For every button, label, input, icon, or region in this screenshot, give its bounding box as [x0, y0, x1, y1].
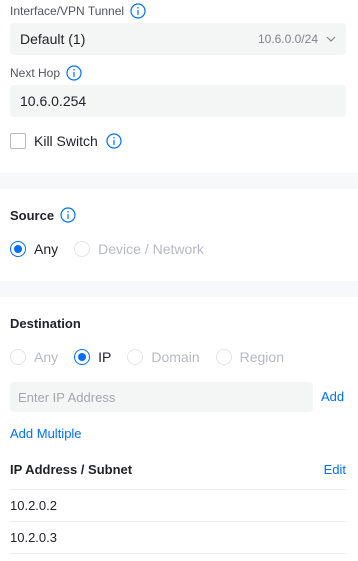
table-row: 10.2.0.2: [10, 489, 346, 521]
kill-switch-checkbox[interactable]: [10, 133, 26, 149]
destination-option-label: Region: [239, 349, 284, 365]
section-divider: [0, 281, 358, 297]
kill-switch-label: Kill Switch: [34, 133, 98, 149]
destination-option-domain[interactable]: Domain: [127, 349, 200, 365]
radio-button[interactable]: [215, 349, 232, 365]
info-icon[interactable]: [60, 207, 76, 223]
info-icon[interactable]: [66, 65, 82, 81]
interface-label: Interface/VPN Tunnel: [10, 4, 125, 18]
destination-title: Destination: [10, 316, 81, 331]
radio-button[interactable]: [127, 349, 144, 365]
destination-option-region[interactable]: Region: [215, 349, 284, 365]
radio-button[interactable]: [10, 349, 26, 365]
source-option-any[interactable]: Any: [10, 241, 58, 257]
interface-select-right: 10.6.0.0/24: [258, 32, 336, 46]
radio-button[interactable]: [74, 241, 91, 257]
source-option-label: Device / Network: [98, 241, 204, 257]
next-hop-label-row: Next Hop: [10, 65, 82, 81]
next-hop-label: Next Hop: [10, 66, 61, 80]
destination-option-ip[interactable]: IP: [74, 349, 111, 365]
source-title-row: Source: [10, 207, 76, 223]
next-hop-input[interactable]: 10.6.0.254: [10, 85, 346, 117]
source-option-device-network[interactable]: Device / Network: [74, 241, 204, 257]
interface-label-row: Interface/VPN Tunnel: [10, 3, 146, 19]
route-settings-panel: Interface/VPN Tunnel Default (1) 10.6.0.…: [0, 0, 358, 561]
radio-button[interactable]: [10, 241, 26, 257]
interface-select[interactable]: Default (1) 10.6.0.0/24: [10, 23, 346, 55]
table-row: 10.2.0.3: [10, 521, 346, 553]
table-bottom-divider: [10, 553, 346, 554]
interface-subnet: 10.6.0.0/24: [257, 32, 318, 46]
destination-option-label: IP: [98, 349, 112, 365]
source-radio-group: Any Device / Network: [10, 241, 220, 257]
ip-table-header-label: IP Address / Subnet: [10, 462, 133, 477]
info-icon[interactable]: [106, 133, 122, 149]
ip-value: 10.2.0.2: [10, 498, 57, 513]
next-hop-value: 10.6.0.254: [20, 93, 87, 109]
ip-table-header: IP Address / Subnet Edit: [10, 462, 346, 477]
destination-option-label: Any: [34, 349, 59, 365]
destination-radio-group: Any IP Domain Region: [10, 349, 300, 365]
edit-button[interactable]: Edit: [324, 462, 346, 477]
ip-value: 10.2.0.3: [10, 530, 57, 545]
destination-title-row: Destination: [10, 316, 81, 331]
destination-option-any[interactable]: Any: [10, 349, 58, 365]
add-multiple-button[interactable]: Add Multiple: [10, 426, 82, 441]
interface-selected-value: Default (1): [20, 31, 86, 47]
info-icon[interactable]: [130, 3, 146, 19]
destination-option-label: Domain: [151, 349, 200, 365]
source-title: Source: [10, 207, 55, 223]
ip-address-input[interactable]: [10, 382, 313, 412]
radio-button[interactable]: [74, 349, 91, 365]
section-divider: [0, 173, 358, 189]
chevron-down-icon: [326, 36, 336, 42]
kill-switch-row: Kill Switch: [10, 133, 122, 149]
source-option-label: Any: [34, 241, 59, 257]
add-ip-button[interactable]: Add: [321, 389, 344, 404]
